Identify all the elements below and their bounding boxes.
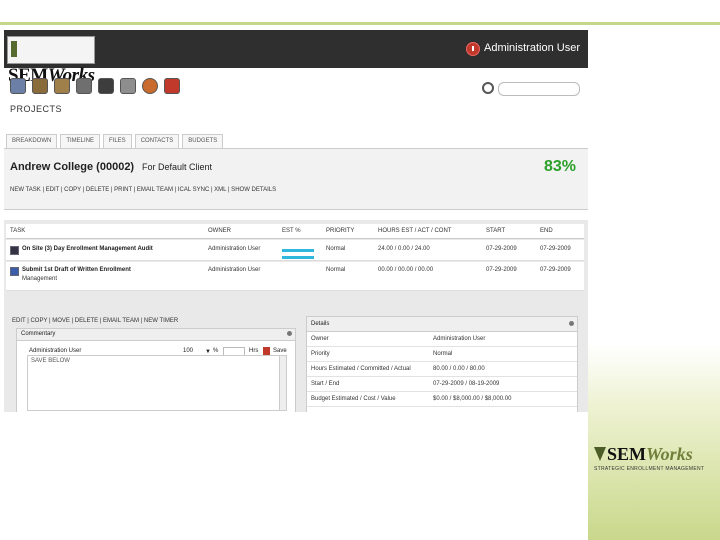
user-name[interactable]: Administration User [484, 42, 580, 54]
details-value: 07-29-2009 / 08-19-2009 [433, 381, 500, 387]
commentary-title: Commentary [21, 331, 56, 337]
task-name[interactable]: On Site (3) Day Enrollment Management Au… [22, 246, 153, 252]
comment-placeholder: SAVE BELOW [31, 358, 70, 364]
column-est-percent[interactable]: EST % [282, 228, 301, 234]
details-key: Budget Estimated / Cost / Value [311, 396, 396, 402]
task-priority: Normal [326, 246, 346, 252]
details-row: Priority Normal [307, 347, 577, 362]
grid-header: TASK OWNER EST % PRIORITY HOURS EST / AC… [6, 224, 584, 239]
details-value: 80.00 / 0.00 / 80.00 [433, 366, 485, 372]
progress-bar [282, 256, 314, 259]
task-grid: TASK OWNER EST % PRIORITY HOURS EST / AC… [4, 220, 588, 412]
brand-logo-text: SEM [607, 444, 647, 464]
progress-bar [282, 249, 314, 252]
task-start: 07-29-2009 [486, 267, 517, 273]
details-key: Start / End [311, 381, 340, 387]
column-task[interactable]: TASK [10, 228, 25, 234]
calendar-icon[interactable] [10, 78, 26, 94]
semworks-brand: SEMWorks STRATEGIC ENROLLMENT MANAGEMENT [594, 444, 716, 472]
details-title: Details [311, 321, 330, 327]
project-client: For Default Client [142, 162, 213, 172]
task-actions[interactable]: EDIT | COPY | MOVE | DELETE | EMAIL TEAM… [12, 318, 178, 324]
task-hours: 00.00 / 00.00 / 00.00 [378, 267, 434, 273]
task-end: 07-29-2009 [540, 246, 571, 252]
tab-contacts[interactable]: CONTACTS [134, 134, 180, 148]
hours-label: Hrs [249, 348, 259, 354]
scrollbar[interactable] [279, 356, 286, 410]
task-name-continued: Management [22, 276, 58, 282]
column-start[interactable]: START [486, 228, 505, 234]
app-logo[interactable]: SEMWorks [7, 36, 95, 86]
task-start: 07-29-2009 [486, 246, 517, 252]
tools-icon[interactable] [164, 78, 180, 94]
tab-breakdown[interactable]: BREAKDOWN [6, 134, 58, 148]
commentary-header: Commentary [17, 329, 295, 341]
details-value: $0.00 / $8,000.00 / $8,000.00 [433, 396, 512, 402]
app-header: SEMWorks Administration User [4, 30, 588, 86]
details-header: Details [307, 317, 577, 332]
project-percent: 83% [543, 158, 576, 175]
column-priority[interactable]: PRIORITY [326, 228, 354, 234]
tab-timeline[interactable]: TIMELINE [60, 134, 101, 148]
search-icon[interactable] [482, 82, 494, 94]
task-icon [10, 267, 19, 276]
details-panel: Details Owner Administration User Priori… [306, 316, 578, 412]
task-name[interactable]: Submit 1st Draft of Written Enrollment [22, 267, 131, 273]
brand-tagline: STRATEGIC ENROLLMENT MANAGEMENT [594, 466, 705, 472]
details-row: Budget Estimated / Cost / Value $0.00 / … [307, 392, 577, 407]
sync-icon[interactable] [120, 78, 136, 94]
logo-mark-icon [11, 41, 17, 57]
task-icon [10, 246, 19, 255]
note-icon [263, 347, 270, 355]
save-button[interactable]: Save [273, 348, 287, 354]
screenshot-app: SEMWorks Administration User PROJECTS BR… [4, 30, 588, 412]
details-key: Owner [311, 336, 329, 342]
user-select[interactable]: Administration User [29, 347, 127, 355]
task-end: 07-29-2009 [540, 267, 571, 273]
percent-symbol: % [213, 348, 219, 354]
box-icon[interactable] [54, 78, 70, 94]
briefcase-icon[interactable] [98, 78, 114, 94]
details-value: Normal [433, 351, 453, 357]
column-end[interactable]: END [540, 228, 553, 234]
details-row: Hours Estimated / Committed / Actual 80.… [307, 362, 577, 377]
folder-icon[interactable] [32, 78, 48, 94]
project-tabs: BREAKDOWN TIMELINE FILES CONTACTS BUDGET… [6, 134, 224, 148]
project-summary: Andrew College (00002) For Default Clien… [4, 148, 588, 210]
commentary-panel: Commentary Administration User 100 ▼ % H… [16, 328, 296, 412]
task-owner: Administration User [208, 246, 261, 252]
page-title: PROJECTS [10, 104, 63, 114]
percent-select[interactable]: 100 [183, 347, 203, 355]
column-owner[interactable]: OWNER [208, 228, 231, 234]
tab-budgets[interactable]: BUDGETS [182, 134, 224, 148]
close-icon[interactable] [569, 321, 574, 326]
tab-files[interactable]: FILES [103, 134, 132, 148]
target-icon[interactable] [142, 78, 158, 94]
comment-textarea[interactable]: SAVE BELOW [27, 355, 287, 411]
project-name: Andrew College (00002) [10, 161, 135, 173]
power-icon[interactable] [466, 42, 480, 56]
grid-icon[interactable] [76, 78, 92, 94]
brand-mark-icon [594, 447, 606, 461]
details-row: Start / End 07-29-2009 / 08-19-2009 [307, 377, 577, 392]
details-key: Hours Estimated / Committed / Actual [311, 366, 411, 372]
brand-logo: SEMWorks [594, 444, 716, 465]
project-actions[interactable]: NEW TASK | EDIT | COPY | DELETE | PRINT … [10, 187, 276, 193]
brand-logo-text-italic: Works [646, 444, 693, 464]
task-priority: Normal [326, 267, 346, 273]
details-key: Priority [311, 351, 330, 357]
details-row: Owner Administration User [307, 332, 577, 347]
task-hours: 24.00 / 0.00 / 24.00 [378, 246, 430, 252]
column-hours[interactable]: HOURS EST / ACT / CONT [378, 228, 451, 234]
details-value: Administration User [433, 336, 486, 342]
task-owner: Administration User [208, 267, 261, 273]
toolbar [10, 78, 180, 96]
search-input[interactable] [498, 82, 580, 96]
table-row[interactable]: Submit 1st Draft of Written Enrollment M… [6, 256, 584, 291]
close-icon[interactable] [287, 331, 292, 336]
